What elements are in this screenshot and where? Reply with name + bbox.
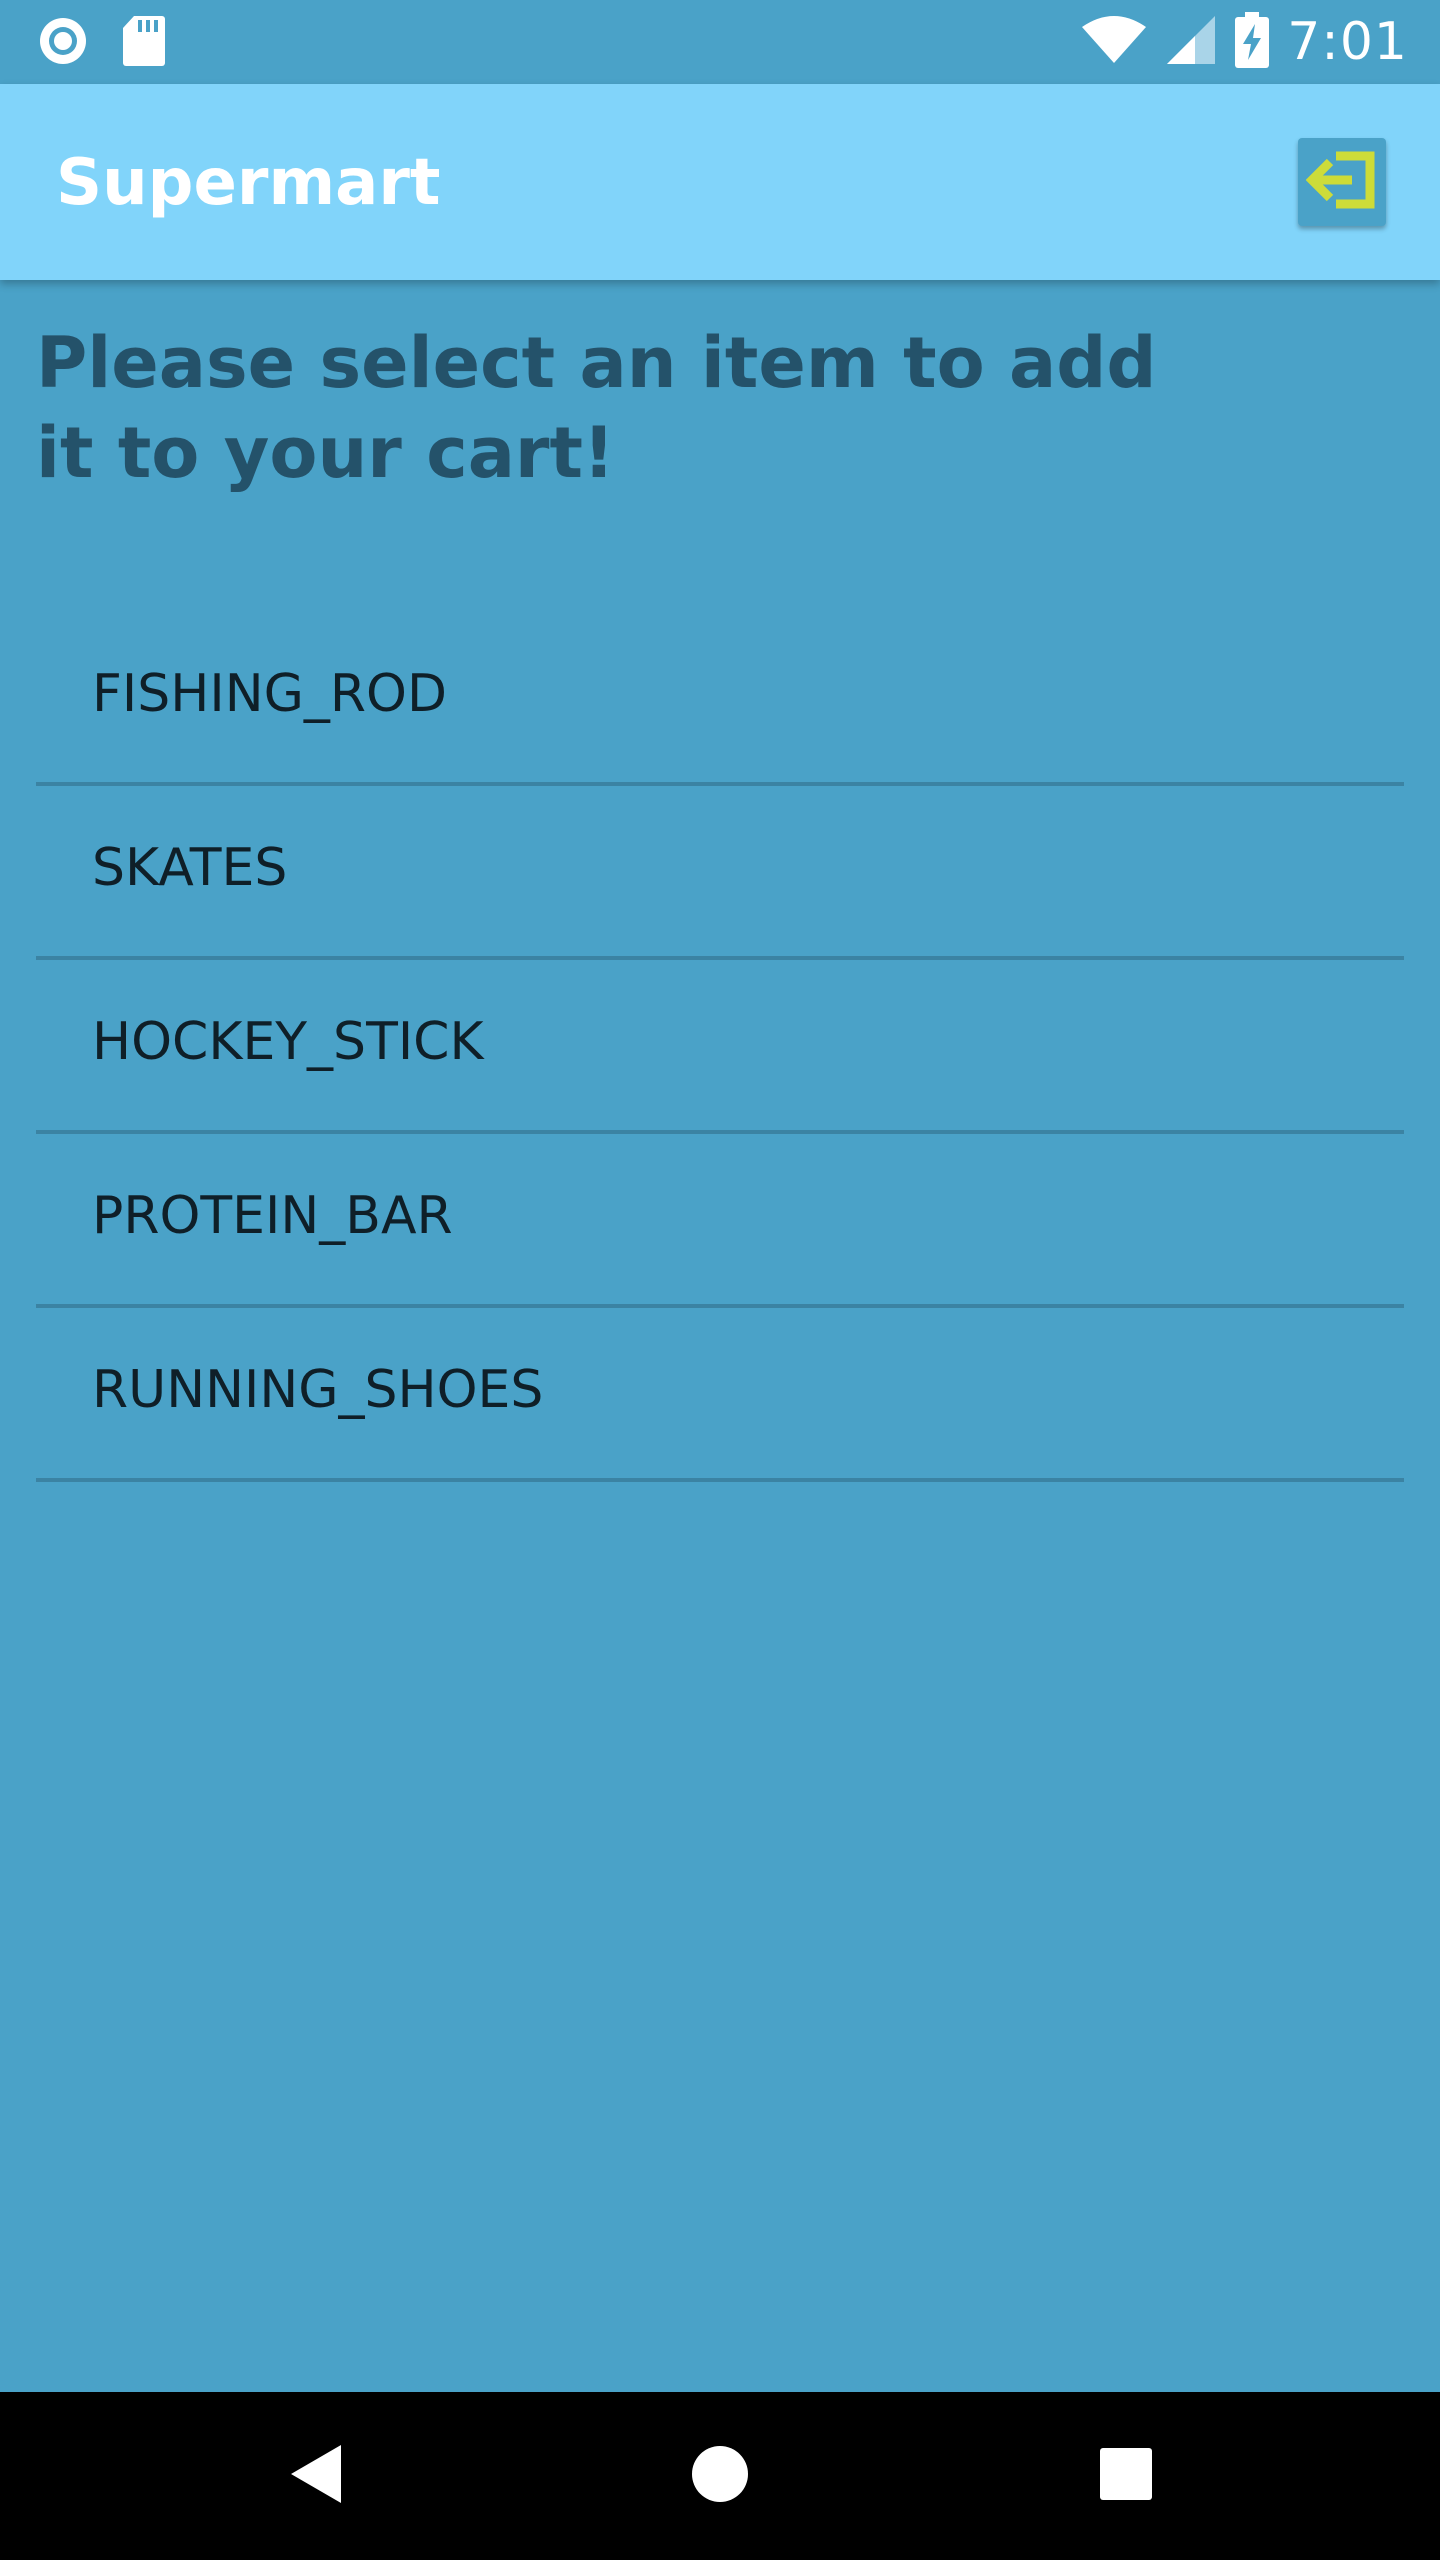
- app-title: Supermart: [56, 146, 441, 220]
- recents-button[interactable]: [1086, 2436, 1166, 2516]
- navigation-bar: [0, 2392, 1440, 2560]
- item-list: FISHING_ROD SKATES HOCKEY_STICK PROTEIN_…: [36, 612, 1404, 1482]
- status-left-icons: [36, 14, 166, 73]
- logout-arrow-icon: [1305, 148, 1378, 217]
- back-button[interactable]: [276, 2436, 356, 2516]
- home-icon: [690, 2444, 750, 2509]
- wifi-icon: [1081, 15, 1147, 70]
- list-item-protein-bar[interactable]: PROTEIN_BAR: [36, 1134, 1404, 1308]
- recents-icon: [1099, 2447, 1153, 2506]
- status-bar: 7:01: [0, 0, 1440, 84]
- status-right: 7:01: [1081, 8, 1408, 76]
- list-item-label: HOCKEY_STICK: [92, 1012, 484, 1072]
- list-item-label: PROTEIN_BAR: [92, 1186, 453, 1246]
- list-item-running-shoes[interactable]: RUNNING_SHOES: [36, 1308, 1404, 1482]
- logout-button[interactable]: [1298, 138, 1386, 226]
- list-item-label: FISHING_ROD: [92, 664, 447, 724]
- home-button[interactable]: [680, 2436, 760, 2516]
- status-time: 7:01: [1287, 12, 1408, 72]
- sd-card-icon: [122, 14, 166, 73]
- list-item-fishing-rod[interactable]: FISHING_ROD: [36, 612, 1404, 786]
- list-item-hockey-stick[interactable]: HOCKEY_STICK: [36, 960, 1404, 1134]
- list-item-label: RUNNING_SHOES: [92, 1360, 544, 1420]
- page-heading: Please select an item to add it to your …: [36, 322, 1157, 494]
- list-item-skates[interactable]: SKATES: [36, 786, 1404, 960]
- record-icon: [36, 14, 90, 73]
- back-icon: [289, 2443, 343, 2510]
- cell-signal-icon: [1165, 14, 1217, 71]
- battery-charging-icon: [1235, 11, 1270, 73]
- app-bar: Supermart: [0, 84, 1440, 280]
- list-item-label: SKATES: [92, 838, 288, 898]
